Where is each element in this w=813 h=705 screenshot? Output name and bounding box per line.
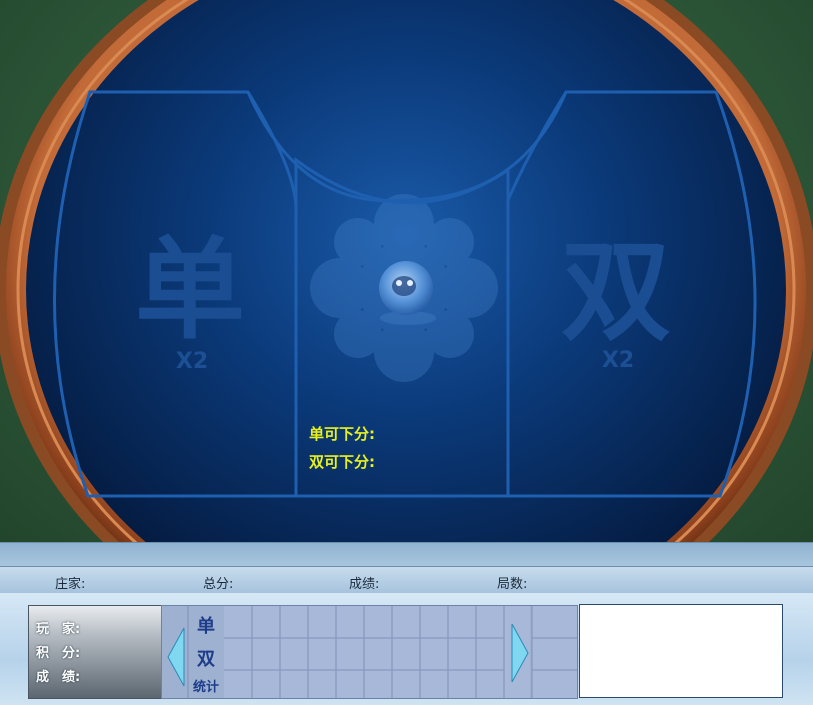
info-band (0, 542, 813, 567)
odd-zone-char[interactable]: 单 (135, 226, 245, 354)
total-score-label: 总分: (203, 577, 234, 592)
info-bar: 庄家: 总分: 成绩: 局数: (0, 566, 813, 594)
betting-table: 单 X2 双 X2 (0, 0, 813, 542)
result-display-box (579, 604, 783, 698)
road-row-even: 双 (197, 649, 215, 670)
banker-label: 庄家: (55, 577, 86, 592)
points-label: 积 分: (36, 646, 81, 661)
road-row-stats: 统计 (192, 680, 219, 695)
rounds-label: 局数: (497, 577, 528, 592)
scroll-left-arrow-icon[interactable] (166, 626, 186, 688)
even-zone-char[interactable]: 双 (561, 228, 671, 356)
result-label: 成绩: (349, 577, 380, 592)
player-label: 玩 家: (36, 622, 81, 637)
even-zone-multiplier: X2 (602, 348, 634, 373)
player-result-label: 成 绩: (36, 670, 81, 685)
bottom-panel: 玩 家: 积 分: 成 绩: 单 双 统计 (0, 593, 813, 705)
road-row-odd: 单 (197, 616, 215, 637)
odd-zone-multiplier: X2 (176, 349, 208, 374)
scroll-right-arrow-icon[interactable] (510, 622, 530, 684)
player-info-panel: 玩 家: 积 分: 成 绩: (28, 605, 162, 699)
odd-bet-limit-label: 单可下分: (309, 425, 375, 443)
even-bet-limit-label: 双可下分: (309, 453, 375, 471)
history-road: 单 双 统计 (161, 605, 578, 699)
